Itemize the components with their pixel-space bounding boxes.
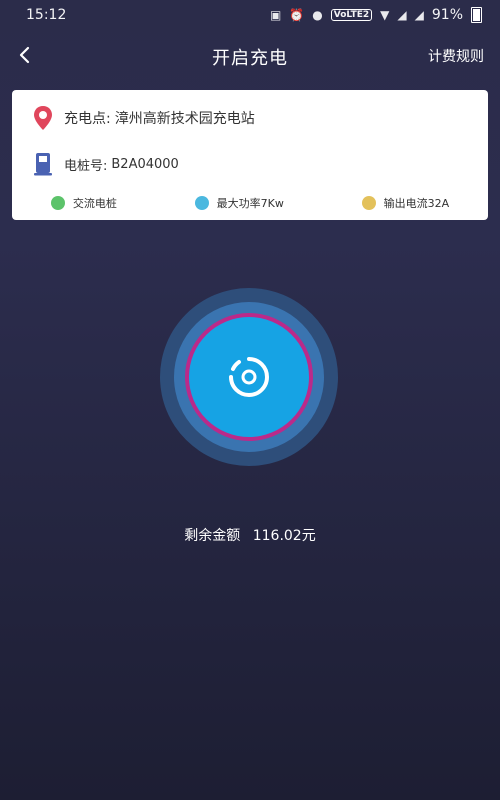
spec-power: 最大功率7Kw xyxy=(194,195,284,211)
wifi-icon: ▼ xyxy=(380,8,390,22)
spec-type-label: 交流电桩 xyxy=(72,197,117,210)
station-label: 充电点: xyxy=(64,111,111,127)
pile-specs: 交流电桩 最大功率7Kw 输出电流32A xyxy=(12,192,488,214)
spec-type: 交流电桩 xyxy=(50,195,117,211)
green-dot-icon xyxy=(50,196,65,210)
pile-row: 电桩号: B2A04000 xyxy=(32,152,179,176)
spec-current: 输出电流32A xyxy=(361,195,450,211)
yellow-dot-icon xyxy=(361,196,376,210)
station-row: 充电点: 漳州高新技术园充电站 xyxy=(32,105,255,131)
battery-icon xyxy=(471,7,482,23)
start-charging-button[interactable] xyxy=(160,288,338,466)
charging-pile-icon xyxy=(32,152,54,176)
status-bar: 15:12 ▣ ⏰ ● VoLTE2 ▼ ◢ ◢ 91% xyxy=(0,0,500,30)
balance-label: 剩余金额 xyxy=(184,528,241,544)
battery-percent: 91% xyxy=(431,7,463,23)
status-time: 15:12 xyxy=(26,7,67,23)
header-bar: 开启充电 计费规则 xyxy=(0,32,500,80)
status-right: ▣ ⏰ ● VoLTE2 ▼ ◢ ◢ 91% xyxy=(270,7,482,23)
image-icon: ▣ xyxy=(269,8,282,22)
station-name: 漳州高新技术园充电站 xyxy=(114,111,255,127)
spec-power-label: 最大功率7Kw xyxy=(216,197,284,210)
signal-icon: ◢ xyxy=(397,8,407,22)
pile-label: 电桩号: xyxy=(64,158,108,174)
location-pin-icon xyxy=(32,105,54,131)
location-icon: ● xyxy=(312,8,323,22)
billing-rules-link[interactable]: 计费规则 xyxy=(428,46,484,66)
status-left: 15:12 xyxy=(26,7,66,23)
blue-dot-icon xyxy=(194,196,209,210)
pile-number: B2A04000 xyxy=(111,156,179,172)
alarm-icon: ⏰ xyxy=(289,8,305,22)
page-title: 开启充电 xyxy=(212,48,288,69)
station-info-card: 充电点: 漳州高新技术园充电站 电桩号: B2A04000 交流电桩 最大功率7… xyxy=(12,90,488,220)
network-badge: VoLTE2 xyxy=(330,9,373,21)
remaining-balance: 剩余金额 116.02元 xyxy=(0,525,500,545)
signal-icon-2: ◢ xyxy=(414,8,424,22)
charge-start-icon xyxy=(229,357,269,397)
button-core xyxy=(189,317,309,437)
spec-current-label: 输出电流32A xyxy=(383,197,450,210)
balance-amount: 116.02元 xyxy=(252,528,316,544)
